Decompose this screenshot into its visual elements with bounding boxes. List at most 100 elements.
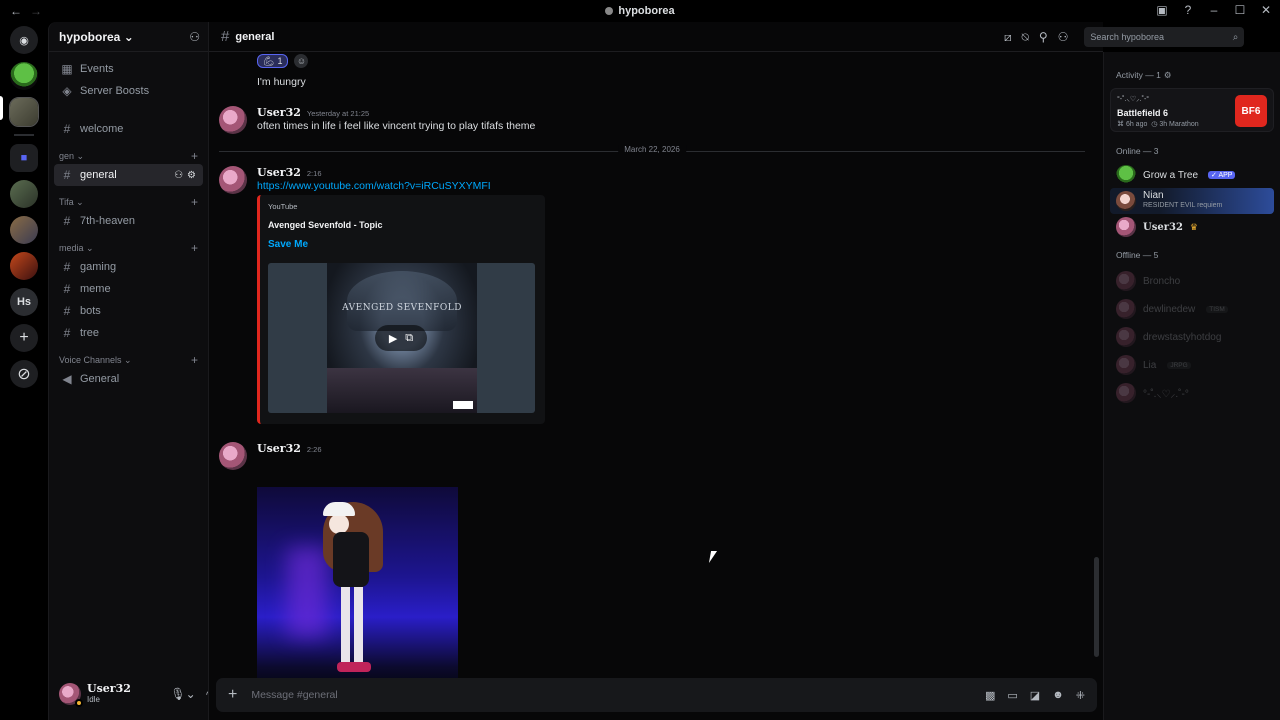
play-icon: ▶: [388, 332, 398, 345]
avatar[interactable]: [59, 683, 83, 707]
back-arrow-icon[interactable]: ←: [10, 4, 22, 18]
avatar: [1116, 271, 1136, 291]
server-icon-3[interactable]: [10, 252, 38, 280]
channel-tree[interactable]: # tree: [54, 322, 203, 344]
date-divider: March 22, 2026: [219, 145, 1085, 154]
video-thumbnail[interactable]: AVENGED SEVENFOLD ▶ ⧉: [268, 263, 535, 413]
channel-general[interactable]: # general ⚇ ⚙: [54, 164, 203, 186]
hash-icon: #: [63, 168, 71, 182]
apps-icon[interactable]: ⁜: [1076, 689, 1085, 702]
channel-sidebar: hypoborea ⌄ ⚇ ▦ Events ◈ Server Boosts # we…: [48, 22, 247, 720]
server-header[interactable]: hypoborea ⌄ ⚇: [49, 22, 208, 52]
emoji-icon[interactable]: ☻: [1052, 689, 1064, 702]
channel-7th-heaven[interactable]: #7th-heaven: [54, 210, 203, 232]
message-input[interactable]: [251, 689, 971, 701]
minimize-button[interactable]: –: [1206, 3, 1222, 17]
attachment-glow: [287, 547, 327, 637]
reaction-chip[interactable]: 💪︎ 1: [257, 54, 289, 68]
avatar[interactable]: [219, 106, 247, 134]
server-hs-icon[interactable]: Hs: [10, 288, 38, 316]
play-button[interactable]: ▶ ⧉: [375, 325, 427, 351]
add-reaction-icon[interactable]: ☺: [294, 54, 309, 68]
category-media[interactable]: media ⌄ +: [49, 240, 208, 256]
member-item[interactable]: drewstastyhotdog: [1110, 324, 1274, 350]
forward-arrow-icon[interactable]: →: [30, 4, 42, 18]
member-item[interactable]: Broncho: [1110, 268, 1274, 294]
chevron-down-icon: ⌄: [123, 29, 134, 44]
channel-gaming[interactable]: # gaming: [54, 256, 203, 278]
sidebar-item-server-boosts[interactable]: ◈ Server Boosts: [54, 80, 203, 102]
embed-author[interactable]: Avenged Sevenfold - Topic: [268, 220, 383, 230]
hash-icon: #: [63, 260, 71, 274]
avatar[interactable]: [219, 442, 247, 470]
pin-icon[interactable]: ⚲: [1039, 30, 1048, 44]
invite-people-icon[interactable]: ⚇: [189, 30, 200, 44]
search-input[interactable]: Search hypoborea ⌕: [1084, 27, 1245, 47]
direct-messages-icon[interactable]: ◉: [10, 26, 38, 54]
settings-icon[interactable]: ⚙: [1164, 70, 1172, 81]
embed-title[interactable]: Save Me: [268, 239, 308, 250]
channel-welcome[interactable]: # welcome: [54, 118, 203, 140]
channel-bots[interactable]: # bots: [54, 300, 203, 322]
help-icon[interactable]: ?: [1180, 3, 1196, 17]
open-external-icon[interactable]: ⧉: [405, 332, 413, 345]
server-tree-icon[interactable]: [10, 62, 38, 90]
category-voice-channels[interactable]: Voice Channels ⌄ +: [49, 352, 208, 368]
server-hypoborea-icon[interactable]: [9, 97, 39, 127]
member-item[interactable]: Grow a Tree ✓ APP: [1110, 162, 1274, 188]
category-tifa[interactable]: Tifa ⌄ +: [49, 194, 208, 210]
gear-icon[interactable]: ⚙: [187, 170, 196, 181]
member-item[interactable]: °-˚.⸜♡⸝.˚-°: [1110, 380, 1274, 406]
avatar: [1116, 217, 1136, 237]
reaction-bar: 💪︎ 1 ☺: [257, 54, 309, 68]
message-author[interactable]: User32: [257, 106, 301, 119]
upload-plus-icon[interactable]: +: [228, 686, 237, 704]
message-author[interactable]: User32: [257, 166, 301, 179]
add-channel-icon[interactable]: +: [191, 241, 198, 255]
add-channel-icon[interactable]: +: [191, 195, 198, 209]
gift-icon[interactable]: ▩: [985, 689, 995, 702]
add-server-icon[interactable]: +: [10, 324, 38, 352]
maximize-button[interactable]: ☐: [1232, 3, 1248, 17]
member-item[interactable]: Lia JRPG: [1110, 352, 1274, 378]
category-gen[interactable]: gen ⌄ +: [49, 148, 208, 164]
invite-icon[interactable]: ⚇: [174, 170, 183, 181]
member-list: Activity — 1 ⚙ °-˚.⸜♡⸝.˚-° Battlefield 6 …: [1103, 52, 1280, 720]
embed-provider[interactable]: YouTube: [268, 202, 297, 211]
add-channel-icon[interactable]: +: [191, 149, 198, 163]
server-folder-icon[interactable]: ■: [10, 144, 38, 172]
game-logo: BF6: [1235, 95, 1267, 127]
member-list-icon[interactable]: ⚇: [1058, 30, 1069, 44]
message-text: I'm hungry: [257, 76, 306, 88]
voice-channel-general[interactable]: ◀ General: [54, 368, 203, 390]
member-item[interactable]: User32 ♛: [1110, 214, 1274, 240]
sticker-icon[interactable]: ◪: [1030, 689, 1040, 702]
user-name: User32: [87, 682, 131, 695]
chat-scrollbar[interactable]: [1094, 557, 1099, 657]
threads-icon[interactable]: ⧄: [1004, 30, 1012, 45]
microphone-icon[interactable]: 🎙︎⌄: [170, 687, 195, 701]
window-controls: ▣ ? – ☐ ✕: [1154, 3, 1274, 17]
image-attachment[interactable]: [257, 487, 458, 687]
close-button[interactable]: ✕: [1258, 3, 1274, 17]
message-author[interactable]: User32: [257, 442, 301, 455]
message-list: 💪︎ 1 ☺ I'm hungry User32 Yesterday at 21:2…: [209, 52, 1104, 687]
add-channel-icon[interactable]: +: [191, 353, 198, 367]
youtube-link[interactable]: https://www.youtube.com/watch?v=iRCuSYXY…: [257, 180, 491, 192]
mute-bell-icon[interactable]: ⍉: [1022, 30, 1029, 45]
member-item[interactable]: dewlinedew TISM: [1110, 296, 1274, 322]
activity-card[interactable]: °-˚.⸜♡⸝.˚-° Battlefield 6 ⌘ 6h ago ◷ 3h …: [1110, 88, 1274, 132]
server-rail: ◉ ■ Hs + ⊘: [0, 22, 48, 720]
member-item[interactable]: Nian RESIDENT EVIL requiem: [1110, 188, 1274, 214]
avatar[interactable]: [219, 166, 247, 194]
gif-icon[interactable]: ▭: [1007, 689, 1017, 702]
server-icon-1[interactable]: [10, 180, 38, 208]
inbox-icon[interactable]: ▣: [1154, 3, 1170, 17]
muscle-emoji-icon: 💪︎: [263, 55, 275, 66]
sidebar-item-events[interactable]: ▦ Events: [54, 58, 203, 80]
server-icon-2[interactable]: [10, 216, 38, 244]
discover-icon[interactable]: ⊘: [10, 360, 38, 388]
figure-shoes: [337, 662, 371, 672]
hash-icon: #: [63, 122, 71, 136]
channel-meme[interactable]: # meme: [54, 278, 203, 300]
